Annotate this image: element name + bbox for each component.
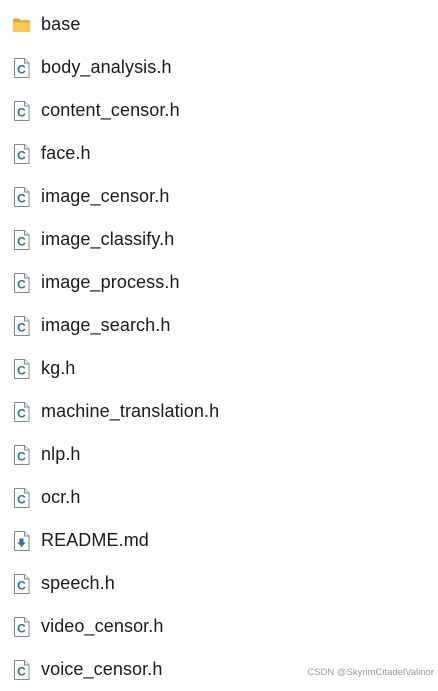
svg-text:C: C: [17, 62, 26, 76]
svg-text:C: C: [17, 363, 26, 377]
file-row-image-search[interactable]: C image_search.h: [0, 304, 438, 347]
file-name: image_censor.h: [41, 186, 170, 206]
file-name: machine_translation.h: [41, 401, 220, 421]
c-header-file-icon: C: [12, 487, 31, 508]
file-row-nlp[interactable]: C nlp.h: [0, 433, 438, 476]
c-header-file-icon: C: [12, 229, 31, 250]
file-name: kg.h: [41, 358, 76, 378]
c-header-file-icon: C: [12, 272, 31, 293]
svg-text:C: C: [17, 148, 26, 162]
c-header-file-icon: C: [12, 315, 31, 336]
file-name: image_classify.h: [41, 229, 175, 249]
file-name: ocr.h: [41, 487, 81, 507]
file-name: body_analysis.h: [41, 57, 172, 77]
svg-text:C: C: [17, 105, 26, 119]
file-name: README.md: [41, 530, 149, 550]
file-list: base C body_analysis.h C content_censor.…: [0, 3, 438, 691]
file-row-base[interactable]: base: [0, 3, 438, 46]
c-header-file-icon: C: [12, 401, 31, 422]
file-row-ocr[interactable]: C ocr.h: [0, 476, 438, 519]
watermark: CSDN @SkyrimCitadelValinor: [307, 667, 434, 678]
file-row-image-censor[interactable]: C image_censor.h: [0, 175, 438, 218]
c-header-file-icon: C: [12, 143, 31, 164]
folder-icon: [12, 15, 31, 35]
c-header-file-icon: C: [12, 57, 31, 78]
svg-text:C: C: [17, 449, 26, 463]
file-name: nlp.h: [41, 444, 81, 464]
c-header-file-icon: C: [12, 616, 31, 637]
svg-text:C: C: [17, 191, 26, 205]
file-name: video_censor.h: [41, 616, 164, 636]
file-row-speech[interactable]: C speech.h: [0, 562, 438, 605]
file-name: face.h: [41, 143, 91, 163]
markdown-file-icon: [12, 530, 31, 551]
file-name: voice_censor.h: [41, 659, 163, 679]
svg-text:C: C: [17, 277, 26, 291]
c-header-file-icon: C: [12, 659, 31, 680]
c-header-file-icon: C: [12, 444, 31, 465]
file-name: image_search.h: [41, 315, 171, 335]
file-row-kg[interactable]: C kg.h: [0, 347, 438, 390]
svg-text:C: C: [17, 578, 26, 592]
file-row-face[interactable]: C face.h: [0, 132, 438, 175]
file-row-image-process[interactable]: C image_process.h: [0, 261, 438, 304]
c-header-file-icon: C: [12, 100, 31, 121]
file-row-image-classify[interactable]: C image_classify.h: [0, 218, 438, 261]
c-header-file-icon: C: [12, 186, 31, 207]
svg-text:C: C: [17, 406, 26, 420]
svg-text:C: C: [17, 234, 26, 248]
file-name: content_censor.h: [41, 100, 180, 120]
svg-text:C: C: [17, 492, 26, 506]
file-row-body-analysis[interactable]: C body_analysis.h: [0, 46, 438, 89]
file-row-machine-translation[interactable]: C machine_translation.h: [0, 390, 438, 433]
file-row-content-censor[interactable]: C content_censor.h: [0, 89, 438, 132]
c-header-file-icon: C: [12, 358, 31, 379]
svg-text:C: C: [17, 320, 26, 334]
c-header-file-icon: C: [12, 573, 31, 594]
file-name: base: [41, 14, 81, 34]
file-name: speech.h: [41, 573, 115, 593]
file-row-video-censor[interactable]: C video_censor.h: [0, 605, 438, 648]
svg-text:C: C: [17, 621, 26, 635]
file-row-readme[interactable]: README.md: [0, 519, 438, 562]
svg-text:C: C: [17, 664, 26, 678]
file-name: image_process.h: [41, 272, 180, 292]
